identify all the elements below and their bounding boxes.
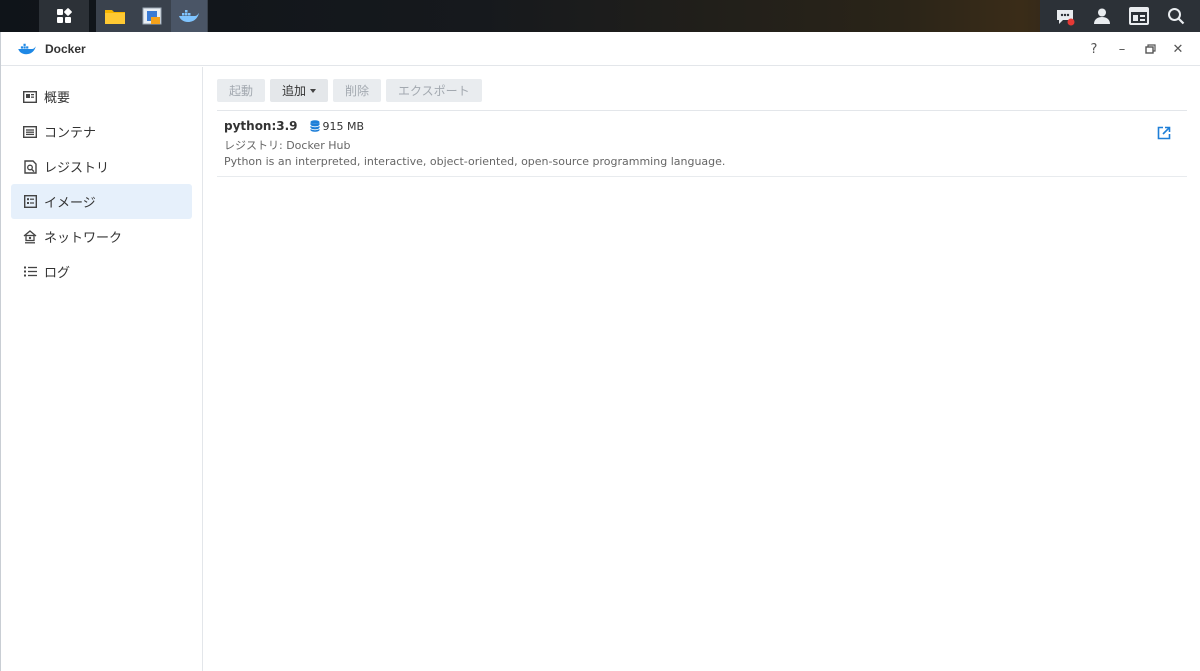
sidebar-item-label: ネットワーク xyxy=(44,231,123,246)
restore-button[interactable] xyxy=(1138,39,1162,59)
help-button[interactable]: ? xyxy=(1082,39,1106,59)
open-external-button[interactable] xyxy=(1157,126,1171,140)
delete-button[interactable]: 削除 xyxy=(333,79,382,102)
folder-icon xyxy=(105,10,125,24)
chat-bubble-icon xyxy=(1056,10,1074,26)
docker-taskbar-button[interactable] xyxy=(171,0,207,32)
sidebar-item-label: コンテナ xyxy=(44,126,97,141)
caret-down-icon xyxy=(310,88,317,93)
sidebar-item-log[interactable]: ログ xyxy=(11,254,192,289)
window-controls: ? – ✕ xyxy=(1082,39,1190,59)
sidebar-item-network[interactable]: ネットワーク xyxy=(11,219,192,254)
image-size: 915 MB xyxy=(309,119,365,133)
main-content: 起動 追加 削除 エクスポート python:3.9 915 MB レジストリ:… xyxy=(203,67,1200,671)
package-center-button[interactable] xyxy=(134,0,170,32)
close-button[interactable]: ✕ xyxy=(1166,39,1190,59)
sidebar-item-container[interactable]: コンテナ xyxy=(11,114,192,149)
widgets-icon xyxy=(1128,7,1149,25)
image-list-item[interactable]: python:3.9 915 MB レジストリ: Docker Hub Pyth… xyxy=(217,111,1187,177)
database-icon xyxy=(309,120,320,132)
sidebar-item-label: レジストリ xyxy=(44,161,110,176)
sidebar-item-overview[interactable]: 概要 xyxy=(11,79,192,114)
registry-icon xyxy=(23,159,37,174)
window-titlebar[interactable]: Docker ? – ✕ xyxy=(1,32,1200,66)
sidebar-item-label: 概要 xyxy=(44,91,71,106)
main-menu-icon xyxy=(57,8,72,23)
file-station-button[interactable] xyxy=(97,0,133,32)
taskbar-tray xyxy=(1040,0,1200,32)
overview-icon xyxy=(23,90,37,104)
sidebar-item-label: ログ xyxy=(44,266,71,281)
minimize-icon: – xyxy=(1118,41,1126,57)
image-name: python:3.9 xyxy=(224,119,298,133)
image-description: Python is an interpreted, interactive, o… xyxy=(224,155,726,168)
window-title: Docker xyxy=(45,41,86,56)
delete-button-label: 削除 xyxy=(345,84,370,98)
image-size-value: 915 MB xyxy=(322,119,365,133)
search-button[interactable] xyxy=(1164,4,1188,28)
user-icon xyxy=(1093,8,1110,24)
sidebar: 概要 コンテナ レジストリ イメージ ネットワーク ログ xyxy=(1,67,203,671)
image-icon xyxy=(23,195,37,209)
export-button-label: エクスポート xyxy=(398,84,470,98)
docker-app-icon xyxy=(18,43,36,54)
export-button[interactable]: エクスポート xyxy=(386,79,482,102)
main-menu-button[interactable] xyxy=(39,0,89,32)
search-icon xyxy=(1167,8,1184,25)
restore-icon xyxy=(1144,43,1156,54)
close-icon: ✕ xyxy=(1172,41,1184,57)
taskbar xyxy=(0,0,1200,32)
add-button-label: 追加 xyxy=(282,84,307,98)
minimize-button[interactable]: – xyxy=(1110,39,1134,59)
launch-button-label: 起動 xyxy=(229,84,254,98)
sidebar-item-registry[interactable]: レジストリ xyxy=(11,149,192,184)
network-icon xyxy=(23,229,37,244)
package-icon xyxy=(142,7,162,25)
add-button[interactable]: 追加 xyxy=(270,79,329,102)
docker-window: Docker ? – ✕ 概要 コンテナ レジストリ イメージ ネットワーク ロ… xyxy=(0,32,1200,671)
launch-button[interactable]: 起動 xyxy=(217,79,266,102)
docker-whale-icon xyxy=(179,10,199,22)
sidebar-item-label: イメージ xyxy=(44,196,96,211)
user-button[interactable] xyxy=(1090,4,1114,28)
toolbar: 起動 追加 削除 エクスポート xyxy=(217,79,1187,103)
sidebar-item-image[interactable]: イメージ xyxy=(11,184,192,219)
notification-button[interactable] xyxy=(1053,4,1077,28)
image-registry: レジストリ: Docker Hub xyxy=(224,139,351,152)
external-link-icon xyxy=(1157,126,1171,140)
help-icon: ? xyxy=(1090,41,1098,57)
container-icon xyxy=(23,125,37,139)
widgets-button[interactable] xyxy=(1127,4,1151,28)
log-icon xyxy=(23,265,37,279)
